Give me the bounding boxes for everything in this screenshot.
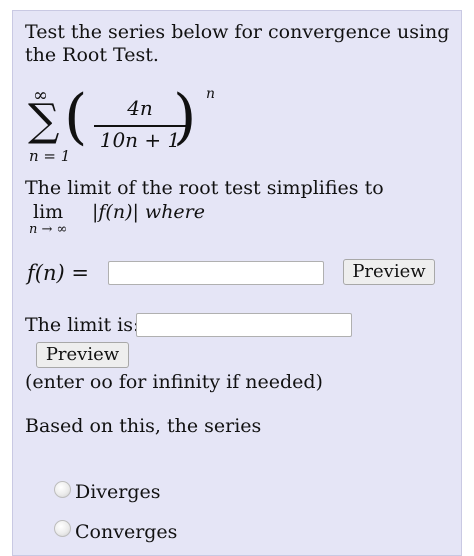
fn-input[interactable] <box>108 261 324 285</box>
conclusion-prompt: Based on this, the series <box>25 415 262 437</box>
converges-label[interactable]: Converges <box>75 521 177 544</box>
root-test-description: The limit of the root test simplifies to <box>25 177 384 199</box>
fn-preview-button[interactable]: Preview <box>343 259 435 285</box>
converges-radio[interactable] <box>54 520 71 537</box>
limit-subscript: n → ∞ <box>29 222 68 237</box>
fn-field-label: f(n) = <box>27 261 89 285</box>
limit-input[interactable] <box>136 313 352 337</box>
diverges-label[interactable]: Diverges <box>75 481 161 504</box>
right-parenthesis: ) <box>173 82 197 152</box>
diverges-radio[interactable] <box>54 481 71 498</box>
series-exponent: n <box>206 86 216 102</box>
limit-operator: lim <box>33 201 64 223</box>
left-parenthesis: ( <box>64 82 88 152</box>
question-card: Test the series below for convergence us… <box>12 10 462 556</box>
question-prompt: Test the series below for convergence us… <box>25 21 450 66</box>
fraction-numerator: 4n <box>127 96 153 120</box>
summation-symbol: ∑ <box>28 95 60 146</box>
limit-field-label: The limit is: <box>25 314 140 336</box>
infinity-hint: (enter oo for infinity if needed) <box>25 371 323 393</box>
limit-expression: |f(n)| where <box>92 201 206 223</box>
limit-preview-button[interactable]: Preview <box>36 342 129 368</box>
